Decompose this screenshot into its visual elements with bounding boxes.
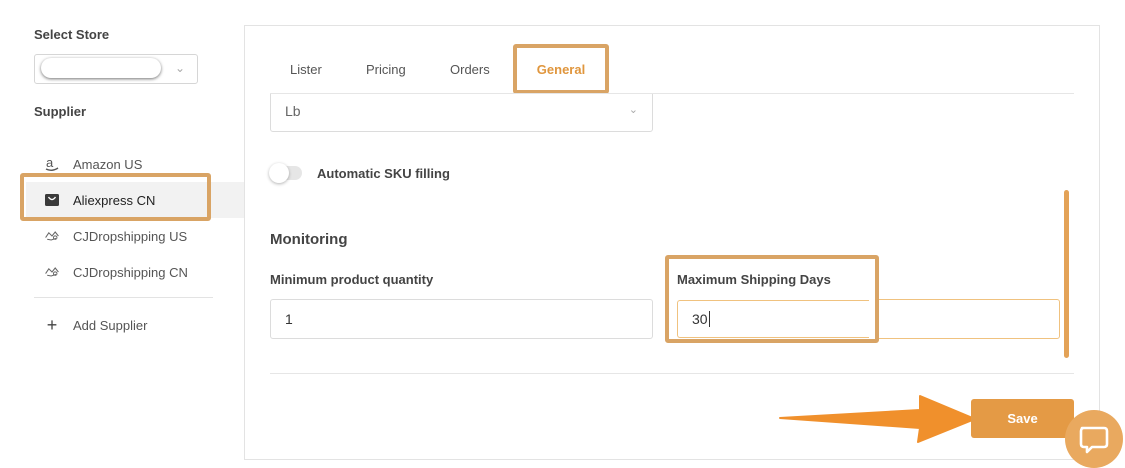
text-caret <box>708 311 710 327</box>
toggle-knob <box>269 163 289 183</box>
store-select[interactable]: ⌄ <box>34 54 198 84</box>
supplier-label: Supplier <box>34 104 87 119</box>
chat-bubble-icon <box>1079 426 1109 454</box>
aliexpress-highlight-box <box>20 173 211 221</box>
cjdropshipping-icon <box>44 229 60 243</box>
monitoring-title: Monitoring <box>270 231 348 248</box>
max-shipping-value: 30 <box>692 311 708 327</box>
svg-text:a: a <box>46 156 54 170</box>
tab-general-label: General <box>536 61 586 77</box>
store-value <box>41 58 161 78</box>
save-button[interactable]: Save <box>971 399 1074 438</box>
tab-orders[interactable]: Orders <box>450 62 490 77</box>
chevron-down-icon: ⌄ <box>174 61 185 75</box>
auto-sku-label: Automatic SKU filling <box>317 166 450 181</box>
tab-pricing[interactable]: Pricing <box>366 62 406 77</box>
tab-general[interactable]: General <box>513 44 609 94</box>
tab-lister[interactable]: Lister <box>290 62 322 77</box>
add-supplier-button[interactable]: + Add Supplier <box>26 307 244 343</box>
min-qty-value: 1 <box>285 311 293 327</box>
sidebar-item-label: Amazon US <box>73 156 143 172</box>
select-store-label: Select Store <box>34 27 110 42</box>
sidebar-item-cjdropshipping-cn[interactable]: CJDropshipping CN <box>26 254 244 290</box>
pointer-arrow-annotation <box>779 395 976 443</box>
min-qty-label: Minimum product quantity <box>270 272 434 287</box>
amazon-icon: a <box>44 156 60 172</box>
scrollbar[interactable] <box>1064 190 1069 358</box>
min-qty-field[interactable]: 1 <box>270 299 653 339</box>
weight-unit-value: Lb <box>285 103 301 119</box>
sidebar-item-label: CJDropshipping CN <box>73 264 188 280</box>
sidebar-item-cjdropshipping-us[interactable]: CJDropshipping US <box>26 218 244 254</box>
chevron-down-icon: ⌄ <box>628 104 638 116</box>
footer-divider <box>270 373 1074 374</box>
auto-sku-toggle[interactable] <box>269 163 302 183</box>
max-shipping-label: Maximum Shipping Days <box>677 272 831 287</box>
max-shipping-days-field[interactable]: 30 <box>677 300 869 338</box>
cjdropshipping-icon <box>44 265 60 279</box>
weight-unit-select[interactable]: Lb ⌄ <box>270 94 653 132</box>
add-supplier-label: Add Supplier <box>73 317 148 333</box>
plus-icon: + <box>46 314 58 335</box>
chat-widget-button[interactable] <box>1065 410 1123 468</box>
sidebar-divider <box>34 297 213 298</box>
sidebar-item-label: CJDropshipping US <box>73 228 188 244</box>
